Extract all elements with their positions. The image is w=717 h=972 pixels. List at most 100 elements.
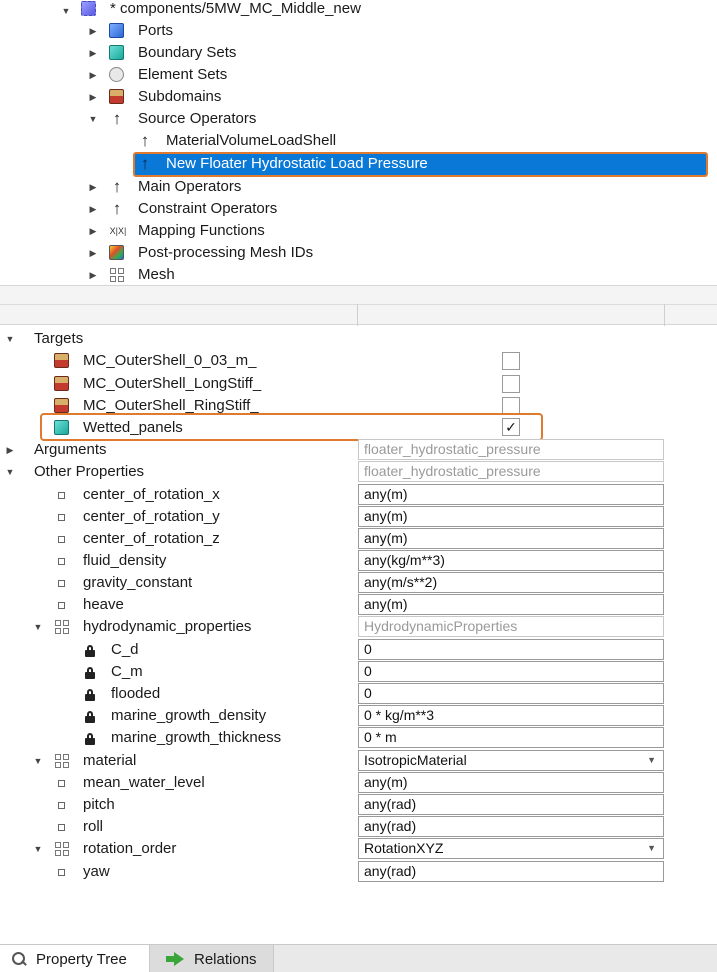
rotation-order-select[interactable]: RotationXYZ — [358, 838, 664, 859]
target-row[interactable]: MC_OuterShell_0_03_m_ — [0, 350, 717, 372]
tab-relations[interactable]: Relations — [150, 945, 274, 972]
operator-icon: ↑ — [112, 199, 122, 218]
column-header-row — [0, 304, 717, 326]
tree-item-element-sets[interactable]: ▶ Element Sets — [0, 64, 717, 86]
center-of-rotation-y-input[interactable]: any(m) — [358, 506, 664, 527]
expand-arrow-icon[interactable]: ▶ — [87, 20, 99, 42]
target-checkbox[interactable] — [502, 352, 520, 370]
material-select[interactable]: IsotropicMaterial — [358, 750, 664, 771]
expand-arrow-icon[interactable]: ▶ — [87, 64, 99, 86]
target-checkbox[interactable]: ✓ — [502, 418, 520, 436]
tree-item-mesh[interactable]: ▶ Mesh — [0, 264, 717, 286]
property-row: heave — [0, 594, 357, 616]
tree-item-post-processing-mesh-ids[interactable]: ▶ Post-processing Mesh IDs — [0, 242, 717, 264]
other-properties-value: floater_hydrostatic_pressure — [358, 461, 664, 482]
property-group-row[interactable]: ▼ rotation_order — [0, 838, 357, 860]
property-row: marine_growth_thickness — [0, 727, 357, 749]
property-row: center_of_rotation_z — [0, 528, 357, 550]
tree-item-main-operators[interactable]: ▶ ↑ Main Operators — [0, 176, 717, 198]
marine-growth-thickness-input[interactable]: 0 * m — [358, 727, 664, 748]
leaf-bullet-icon — [58, 780, 65, 787]
roll-input[interactable]: any(rad) — [358, 816, 664, 837]
tab-label: Relations — [194, 950, 257, 968]
leaf-bullet-icon — [58, 492, 65, 499]
expand-arrow-icon[interactable]: ▶ — [87, 42, 99, 64]
subdomains-icon — [109, 89, 125, 105]
expand-arrow-icon[interactable]: ▶ — [87, 86, 99, 108]
expand-arrow-icon[interactable]: ▼ — [32, 750, 44, 772]
ports-icon — [109, 23, 125, 39]
property-label: roll — [83, 818, 104, 835]
tree-root-label: * components/5MW_MC_Middle_new — [110, 0, 361, 17]
expand-arrow-icon[interactable]: ▶ — [4, 439, 16, 461]
property-label: marine_growth_density — [111, 707, 267, 724]
leaf-bullet-icon — [58, 514, 65, 521]
property-group-row[interactable]: ▼ material — [0, 750, 357, 772]
target-label: MC_OuterShell_0_03_m_ — [83, 352, 257, 369]
expand-arrow-icon[interactable]: ▼ — [87, 108, 99, 130]
property-row: pitch — [0, 794, 357, 816]
property-label: C_d — [111, 641, 139, 658]
property-label: heave — [83, 596, 124, 613]
fluid-density-input[interactable]: any(kg/m**3) — [358, 550, 664, 571]
target-checkbox[interactable] — [502, 375, 520, 393]
tree-item-label: Source Operators — [138, 110, 257, 127]
tree-item-materialvolumeloadshell[interactable]: ↑ MaterialVolumeLoadShell — [0, 130, 717, 152]
lock-icon — [85, 667, 95, 679]
expand-arrow-icon[interactable]: ▶ — [87, 220, 99, 242]
expand-arrow-icon[interactable]: ▶ — [87, 264, 99, 286]
heave-input[interactable]: any(m) — [358, 594, 664, 615]
property-row: C_m — [0, 661, 357, 683]
property-label: gravity_constant — [83, 574, 193, 591]
c-m-input[interactable]: 0 — [358, 661, 664, 682]
center-of-rotation-z-input[interactable]: any(m) — [358, 528, 664, 549]
mapping-function-icon: X|X| — [109, 226, 127, 236]
property-row: fluid_density — [0, 550, 357, 572]
property-label: center_of_rotation_x — [83, 486, 220, 503]
expand-arrow-icon[interactable]: ▼ — [60, 0, 72, 22]
target-row[interactable]: MC_OuterShell_LongStiff_ — [0, 373, 717, 395]
group-targets[interactable]: ▼ Targets — [0, 328, 717, 350]
target-label: Wetted_panels — [83, 419, 183, 436]
tree-item-ports[interactable]: ▶ Ports — [0, 20, 717, 42]
subdomain-icon — [54, 398, 70, 414]
tree-item-boundary-sets[interactable]: ▶ Boundary Sets — [0, 42, 717, 64]
column-separator[interactable] — [664, 304, 665, 326]
property-row: center_of_rotation_y — [0, 506, 357, 528]
boundary-sets-icon — [109, 45, 125, 61]
tree-item-mapping-functions[interactable]: ▶ X|X| Mapping Functions — [0, 220, 717, 242]
struct-grid-icon — [54, 753, 70, 769]
pitch-input[interactable]: any(rad) — [358, 794, 664, 815]
lock-icon — [85, 689, 95, 701]
group-label: Targets — [34, 330, 84, 347]
tree-item-new-floater-hydrostatic-load-pressure[interactable]: ↑ New Floater Hydrostatic Load Pressure — [0, 153, 717, 175]
mean-water-level-input[interactable]: any(m) — [358, 772, 664, 793]
expand-arrow-icon[interactable]: ▶ — [87, 176, 99, 198]
expand-arrow-icon[interactable]: ▼ — [32, 616, 44, 638]
expand-arrow-icon[interactable]: ▼ — [32, 838, 44, 860]
property-group-row[interactable]: ▼ hydrodynamic_properties — [0, 616, 357, 638]
expand-arrow-icon[interactable]: ▶ — [87, 242, 99, 264]
column-separator[interactable] — [357, 304, 358, 326]
target-row[interactable]: Wetted_panels — [0, 417, 717, 439]
tree-item-subdomains[interactable]: ▶ Subdomains — [0, 86, 717, 108]
expand-arrow-icon[interactable]: ▶ — [87, 198, 99, 220]
yaw-input[interactable]: any(rad) — [358, 861, 664, 882]
expand-arrow-icon[interactable]: ▼ — [4, 461, 16, 483]
tree-root[interactable]: ▼ * components/5MW_MC_Middle_new — [0, 0, 717, 22]
leaf-bullet-icon — [58, 802, 65, 809]
property-label: fluid_density — [83, 552, 167, 569]
marine-growth-density-input[interactable]: 0 * kg/m**3 — [358, 705, 664, 726]
tab-property-tree[interactable]: Property Tree — [0, 945, 150, 972]
c-d-input[interactable]: 0 — [358, 639, 664, 660]
property-label: hydrodynamic_properties — [83, 618, 252, 635]
expand-arrow-icon[interactable]: ▼ — [4, 328, 16, 350]
flooded-input[interactable]: 0 — [358, 683, 664, 704]
tree-item-source-operators[interactable]: ▼ ↑ Source Operators — [0, 108, 717, 130]
gravity-constant-input[interactable]: any(m/s**2) — [358, 572, 664, 593]
property-label: rotation_order — [83, 840, 177, 857]
tab-label: Property Tree — [36, 950, 127, 968]
center-of-rotation-x-input[interactable]: any(m) — [358, 484, 664, 505]
tree-item-constraint-operators[interactable]: ▶ ↑ Constraint Operators — [0, 198, 717, 220]
subdomain-icon — [54, 353, 70, 369]
